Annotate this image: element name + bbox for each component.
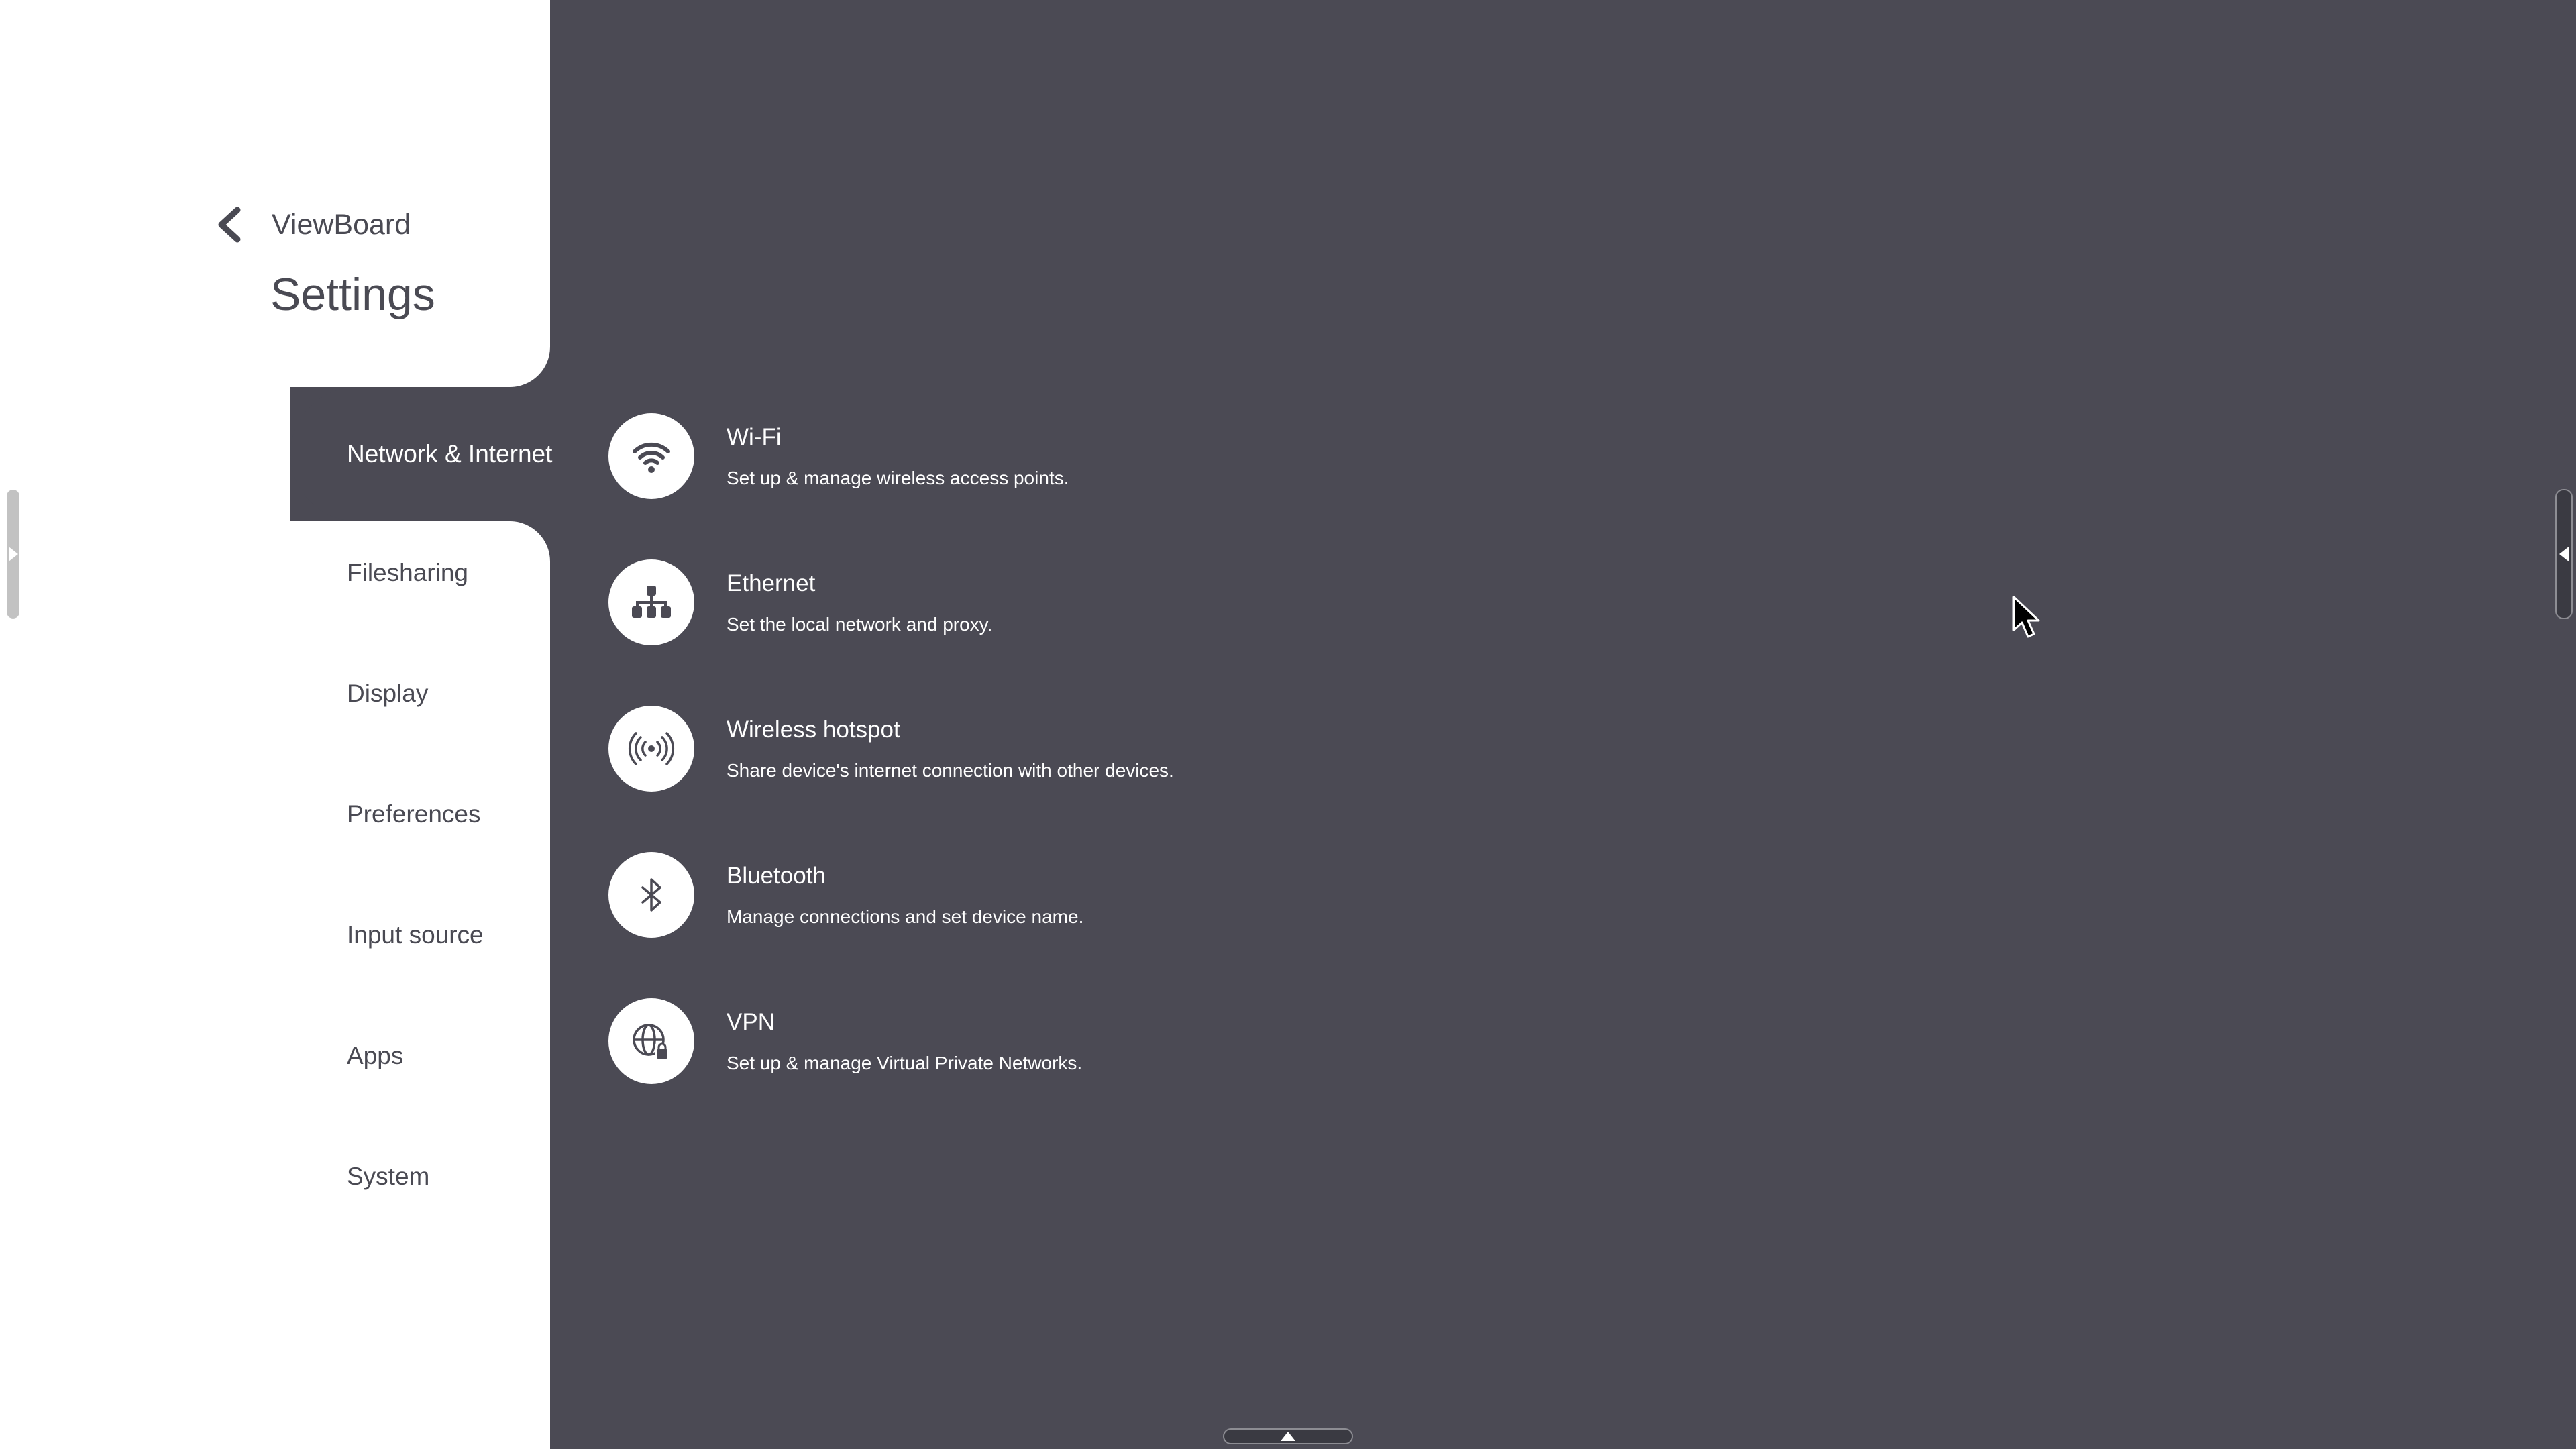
right-edge-handle[interactable] bbox=[2555, 489, 2573, 619]
page-title: Settings bbox=[270, 269, 435, 320]
vpn-icon bbox=[608, 998, 694, 1084]
back-button[interactable]: ViewBoard bbox=[215, 201, 411, 248]
item-description: Set the local network and proxy. bbox=[727, 613, 993, 635]
item-description: Set up & manage wireless access points. bbox=[727, 467, 1069, 488]
bluetooth-icon bbox=[608, 852, 694, 938]
sidebar-item-network-internet[interactable]: Network & Internet bbox=[290, 387, 572, 521]
sidebar-item-input-source[interactable]: Input source bbox=[347, 921, 484, 949]
sidebar-item-apps[interactable]: Apps bbox=[347, 1042, 403, 1070]
item-description: Manage connections and set device name. bbox=[727, 906, 1084, 927]
bottom-edge-handle[interactable] bbox=[1223, 1428, 1353, 1444]
list-item-wifi[interactable]: Wi-Fi Set up & manage wireless access po… bbox=[608, 409, 1548, 503]
item-title: Bluetooth bbox=[727, 862, 826, 889]
triangle-right-icon bbox=[8, 547, 18, 561]
sidebar-item-filesharing[interactable]: Filesharing bbox=[347, 559, 468, 587]
wifi-icon bbox=[608, 413, 694, 499]
list-item-bluetooth[interactable]: Bluetooth Manage connections and set dev… bbox=[608, 848, 1548, 942]
item-title: Wi-Fi bbox=[727, 423, 782, 450]
sidebar-panel-bottom bbox=[0, 521, 550, 1449]
list-item-vpn[interactable]: VPN Set up & manage Virtual Private Netw… bbox=[608, 994, 1548, 1088]
triangle-up-icon bbox=[1281, 1432, 1295, 1441]
item-title: Ethernet bbox=[727, 570, 816, 596]
item-title: VPN bbox=[727, 1008, 775, 1035]
left-edge-handle[interactable] bbox=[7, 490, 19, 619]
ethernet-icon bbox=[608, 559, 694, 645]
hotspot-icon bbox=[608, 706, 694, 792]
back-label: ViewBoard bbox=[272, 208, 411, 241]
list-item-ethernet[interactable]: Ethernet Set the local network and proxy… bbox=[608, 555, 1548, 649]
item-description: Set up & manage Virtual Private Networks… bbox=[727, 1052, 1083, 1073]
sidebar-item-preferences[interactable]: Preferences bbox=[347, 800, 481, 828]
sidebar-panel-top bbox=[0, 0, 550, 387]
sidebar-item-system[interactable]: System bbox=[347, 1163, 429, 1191]
sidebar-item-display[interactable]: Display bbox=[347, 680, 428, 708]
triangle-left-icon bbox=[2559, 547, 2569, 561]
item-title: Wireless hotspot bbox=[727, 716, 900, 743]
chevron-left-icon bbox=[218, 207, 241, 243]
item-description: Share device's internet connection with … bbox=[727, 759, 1174, 781]
mouse-cursor-icon bbox=[2012, 596, 2040, 638]
sidebar-panel-fill bbox=[0, 376, 290, 537]
sidebar-item-label: Network & Internet bbox=[347, 440, 553, 468]
list-item-wireless-hotspot[interactable]: Wireless hotspot Share device's internet… bbox=[608, 702, 1548, 796]
